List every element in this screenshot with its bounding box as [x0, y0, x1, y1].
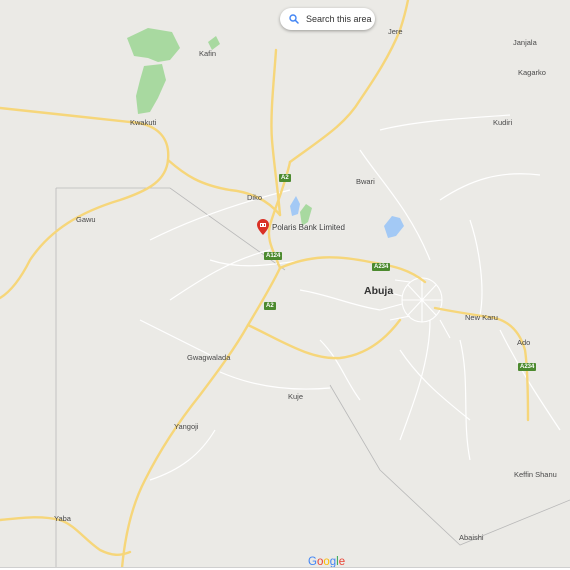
search-button-label: Search this area [306, 14, 372, 24]
place-label-diko: Diko [247, 193, 263, 202]
map-canvas[interactable]: Search this area Jere Janjala Kafin Kaga… [0, 0, 570, 568]
place-label-keffin-shanu: Keffin Shanu [514, 470, 557, 479]
place-label-bwari: Bwari [356, 177, 375, 186]
place-label-abaishi: Abaishi [459, 533, 484, 542]
place-label-gwagwalada: Gwagwalada [187, 353, 231, 362]
place-label-new-karu: New Karu [465, 313, 498, 322]
place-label-kuje: Kuje [288, 392, 304, 401]
place-label-kafin: Kafin [199, 49, 217, 58]
place-label-kwakuti: Kwakuti [130, 118, 157, 127]
poi-label: Polaris Bank Limited [272, 222, 345, 232]
place-label-kudiri: Kudiri [493, 118, 513, 127]
road-shield-a2-south: A2 [264, 302, 276, 310]
place-label-abuja: Abuja [364, 285, 394, 297]
divider [0, 567, 570, 568]
road-shield-a234: A234 [372, 263, 391, 271]
road-shield-a2: A2 [279, 174, 291, 182]
place-label-ado: Ado [517, 338, 531, 347]
search-icon [289, 14, 299, 24]
place-label-gawu: Gawu [76, 215, 96, 224]
place-label-kagarko: Kagarko [518, 68, 546, 77]
bank-pin-icon [257, 219, 269, 235]
place-label-yaba: Yaba [54, 514, 71, 523]
poi-polaris-bank[interactable]: Polaris Bank Limited [257, 219, 345, 235]
place-label-yangoji: Yangoji [174, 422, 199, 431]
road-shield-a234-east: A234 [518, 363, 537, 371]
place-label-jere: Jere [388, 27, 403, 36]
search-this-area-button[interactable]: Search this area [280, 8, 375, 30]
road-shield-a124: A124 [264, 252, 283, 260]
map-base-layer [0, 0, 570, 568]
place-label-janjala: Janjala [513, 38, 537, 47]
